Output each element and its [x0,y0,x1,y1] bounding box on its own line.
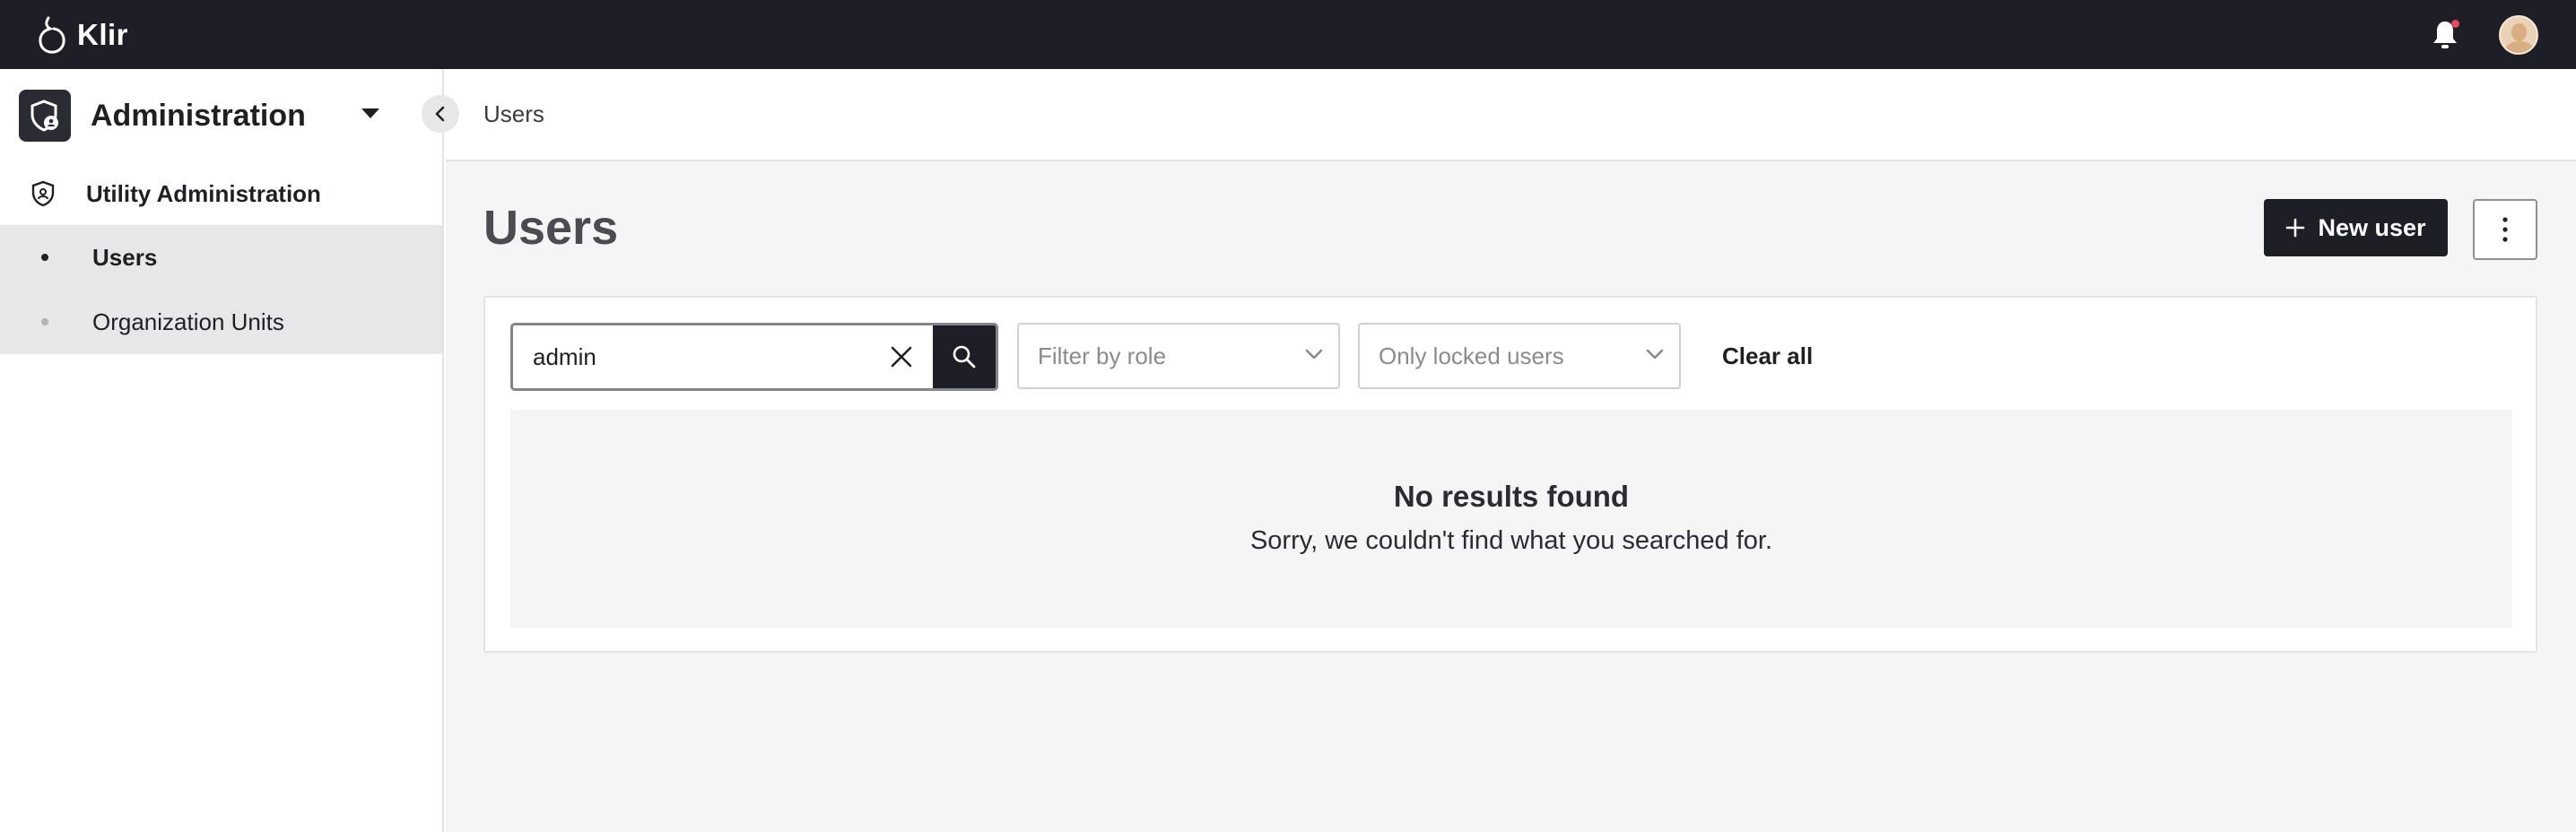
nav-sub-list: Users Organization Units [0,225,442,354]
sidebar: Administration Utility Administration Us… [0,69,459,832]
role-filter-select[interactable]: Filter by role [1017,323,1340,389]
collapse-sidebar-button[interactable] [422,95,459,133]
new-user-label: New user [2318,213,2426,241]
empty-state: No results found Sorry, we couldn't find… [510,410,2512,628]
search-icon [953,345,976,368]
main-content: Users Users New user admin Filter by rol… [446,69,2576,832]
kebab-menu-icon [2502,217,2508,242]
search-button[interactable] [933,325,996,388]
users-panel: Filter by role Only locked users Clear a… [483,296,2537,653]
breadcrumb: Users [446,69,2576,161]
role-filter-placeholder: Filter by role [1038,342,1167,369]
notification-badge [2451,19,2459,28]
nav-group-utility-administration[interactable]: Utility Administration [0,162,442,225]
shield-icon [31,180,55,207]
locked-users-filter-select[interactable]: Only locked users [1358,323,1681,389]
new-user-button[interactable]: New user [2264,199,2448,256]
admin-shield-icon [19,90,71,142]
sidebar-item-organization-units[interactable]: Organization Units [0,290,442,354]
sidebar-item-users[interactable]: Users [0,225,442,290]
sidebar-item-label: Organization Units [92,308,284,335]
klir-logo-icon [39,16,65,54]
chevron-down-icon [1305,349,1323,360]
module-title: Administration [91,98,306,133]
notifications-button[interactable] [2427,17,2463,53]
plus-icon [2286,218,2305,238]
app-name: Klir [77,17,129,51]
user-avatar[interactable] [2499,14,2538,55]
chevron-down-icon [1646,349,1664,360]
search-input[interactable] [513,325,870,388]
module-switcher[interactable]: Administration [0,69,442,162]
more-options-button[interactable] [2473,199,2537,260]
locked-filter-placeholder: Only locked users [1379,342,1564,369]
breadcrumb-current[interactable]: Users [483,100,544,128]
search-box [510,323,998,391]
top-bar: Klir [0,0,2576,69]
active-bullet [41,254,48,261]
empty-state-title: No results found [1393,480,1630,513]
bullet [41,318,48,325]
close-icon [891,346,912,368]
clear-all-button[interactable]: Clear all [1722,342,1813,370]
app-logo[interactable]: Klir [36,14,128,56]
clear-search-button[interactable] [870,325,933,388]
empty-state-message: Sorry, we couldn't find what you searche… [1249,526,1773,555]
page-title: Users [483,201,619,255]
caret-down-icon[interactable] [361,108,379,118]
nav-group-label: Utility Administration [86,179,321,207]
chevron-left-icon [435,106,445,122]
sidebar-item-label: Users [92,243,158,271]
